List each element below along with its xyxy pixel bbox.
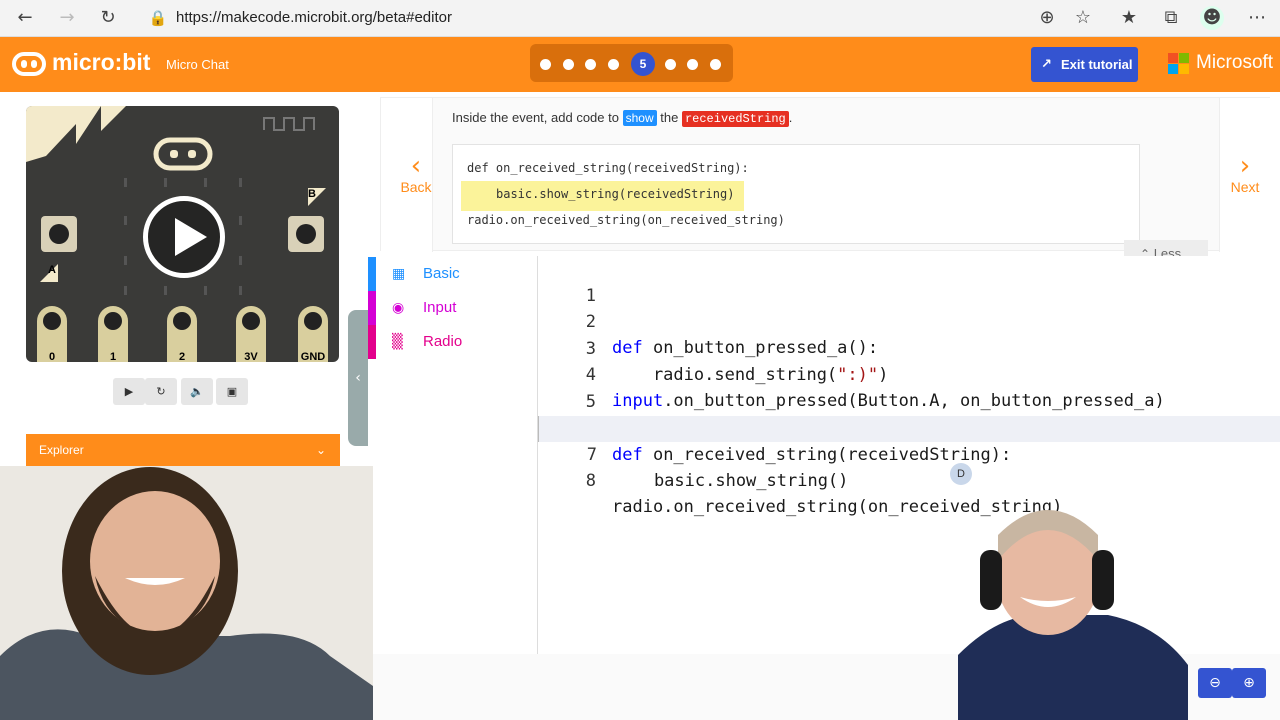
browser-toolbar: ← → ↻ 🔒 https://makecode.microbit.org/be…: [0, 0, 1280, 37]
exit-tutorial-button[interactable]: ↗ Exit tutorial: [1031, 47, 1138, 82]
external-link-icon: ↗: [1041, 57, 1052, 72]
button-a[interactable]: [41, 216, 77, 252]
code-line[interactable]: 6 def on_received_string(receivedString)…: [538, 390, 1280, 465]
forward-arrow-icon[interactable]: →: [54, 6, 80, 30]
webcam-right: [958, 505, 1188, 720]
explorer-label: Explorer: [39, 443, 84, 457]
step-dot[interactable]: [687, 59, 698, 70]
step-dot[interactable]: [540, 59, 551, 70]
step-dot-active[interactable]: 5: [631, 52, 655, 76]
webcam-person-right: [958, 510, 1188, 720]
next-button[interactable]: › Next: [1220, 153, 1270, 195]
microbit-logo-icon: [12, 52, 46, 76]
collections-icon[interactable]: ⧉: [1158, 6, 1184, 30]
line-number: 8: [585, 471, 596, 491]
chevron-left-icon: ‹: [410, 151, 422, 181]
hint-line: def on_received_string(receivedString):: [467, 161, 749, 175]
instruction-text: Inside the event, add code to: [452, 110, 619, 125]
cursor-badge: D: [950, 463, 972, 485]
category-label: Input: [423, 299, 457, 316]
line-code: basic.show_string(): [613, 471, 849, 491]
category-label: Basic: [423, 265, 460, 282]
zoom-icon[interactable]: ⊕: [1034, 6, 1060, 30]
favorites-icon[interactable]: ★: [1116, 6, 1142, 30]
back-label: Back: [400, 179, 432, 195]
more-icon[interactable]: ⋯: [1244, 6, 1270, 30]
code-hint: def on_received_string(receivedString): …: [452, 144, 1140, 244]
code-line[interactable]: 1: [538, 257, 1280, 306]
microsoft-logo-icon: [1168, 53, 1189, 74]
microsoft-wordmark: Microsoft: [1196, 52, 1274, 73]
instruction-text: .: [788, 110, 793, 125]
profile-icon[interactable]: ☻: [1200, 6, 1224, 30]
pin-label: GND: [300, 351, 326, 362]
lock-icon: 🔒: [148, 9, 168, 27]
zoom-in-icon[interactable]: ⊕: [1232, 668, 1266, 698]
hint-line: basic.show_string(receivedString): [496, 187, 735, 201]
play-small-icon[interactable]: ▶: [113, 378, 145, 405]
toolbox-category-radio[interactable]: ▒ Radio: [368, 325, 538, 359]
simulator-controls: ▶ ↻ 🔈 ▣: [113, 378, 248, 406]
show-keyword[interactable]: show: [622, 110, 657, 126]
back-arrow-icon[interactable]: ←: [12, 6, 38, 30]
tutorial-instruction: Inside the event, add code to show the r…: [452, 110, 792, 127]
zoom-out-icon[interactable]: ⊖: [1198, 668, 1232, 698]
pin-label: 1: [109, 351, 117, 362]
pin-label: 3V: [244, 351, 258, 362]
code-line[interactable]: 8 radio.on_received_string(on_received_s…: [538, 442, 1280, 517]
next-label: Next: [1230, 179, 1260, 195]
explorer-dropdown[interactable]: Explorer ⌄: [26, 434, 340, 466]
chevron-right-icon: ›: [1239, 151, 1251, 181]
target-icon: ◉: [392, 300, 405, 316]
collapse-simulator-icon[interactable]: ‹: [348, 310, 368, 446]
fullscreen-icon[interactable]: ▣: [216, 378, 248, 405]
code-line-current[interactable]: 7 basic.show_string(): [538, 416, 1280, 491]
mute-icon[interactable]: 🔈: [181, 378, 213, 405]
webcam-left: [0, 466, 373, 720]
toolbox-category-basic[interactable]: ▦ Basic: [368, 257, 538, 291]
received-string-keyword[interactable]: receivedString: [681, 111, 789, 127]
toolbox: ▦ Basic ◉ Input ▒ Radio: [368, 256, 538, 654]
code-line[interactable]: 5: [538, 363, 1280, 412]
code-line[interactable]: 2 def on_button_pressed_a():: [538, 283, 1280, 358]
exit-tutorial-label: Exit tutorial: [1061, 57, 1133, 72]
play-icon[interactable]: [143, 196, 225, 278]
pin-label: 0: [48, 351, 56, 362]
toolbox-category-input[interactable]: ◉ Input: [368, 291, 538, 325]
step-dot[interactable]: [608, 59, 619, 70]
button-b[interactable]: [288, 216, 324, 252]
signal-bars-icon: ▒: [392, 334, 403, 350]
step-dot[interactable]: [563, 59, 574, 70]
button-b-label: B: [308, 188, 316, 200]
step-dot[interactable]: [585, 59, 596, 70]
project-name[interactable]: Micro Chat: [166, 57, 229, 72]
webcam-person-left: [0, 466, 373, 720]
tutorial-stepper: 5: [530, 44, 733, 82]
app-header: micro:bit Micro Chat 5 ↗ Exit tutorial M…: [0, 37, 1280, 92]
hint-line: radio.on_received_string(on_received_str…: [467, 213, 785, 227]
button-a-label: A: [48, 264, 56, 276]
reload-icon[interactable]: ↻: [95, 6, 121, 30]
tutorial-card: ‹ Back › Next Inside the event, add code…: [380, 97, 1271, 252]
grid-icon: ▦: [392, 266, 406, 282]
step-dot[interactable]: [665, 59, 676, 70]
address-bar[interactable]: https://makecode.microbit.org/beta#edito…: [176, 9, 452, 26]
brand-name: micro:bit: [52, 49, 151, 75]
code-line[interactable]: 4 input.on_button_pressed(Button.A, on_b…: [538, 336, 1280, 411]
chevron-down-icon: ⌄: [315, 443, 326, 457]
code-line[interactable]: 3 radio.send_string(":)"): [538, 310, 1280, 385]
step-dot[interactable]: [710, 59, 721, 70]
microbit-board[interactable]: A B 0 1 2 3V GND: [26, 106, 339, 362]
instruction-text: the: [660, 110, 679, 125]
star-icon[interactable]: ☆: [1070, 6, 1096, 30]
pin-label: 2: [178, 351, 186, 362]
back-button[interactable]: ‹ Back: [391, 153, 441, 195]
restart-icon[interactable]: ↻: [145, 378, 177, 405]
category-label: Radio: [423, 333, 463, 350]
